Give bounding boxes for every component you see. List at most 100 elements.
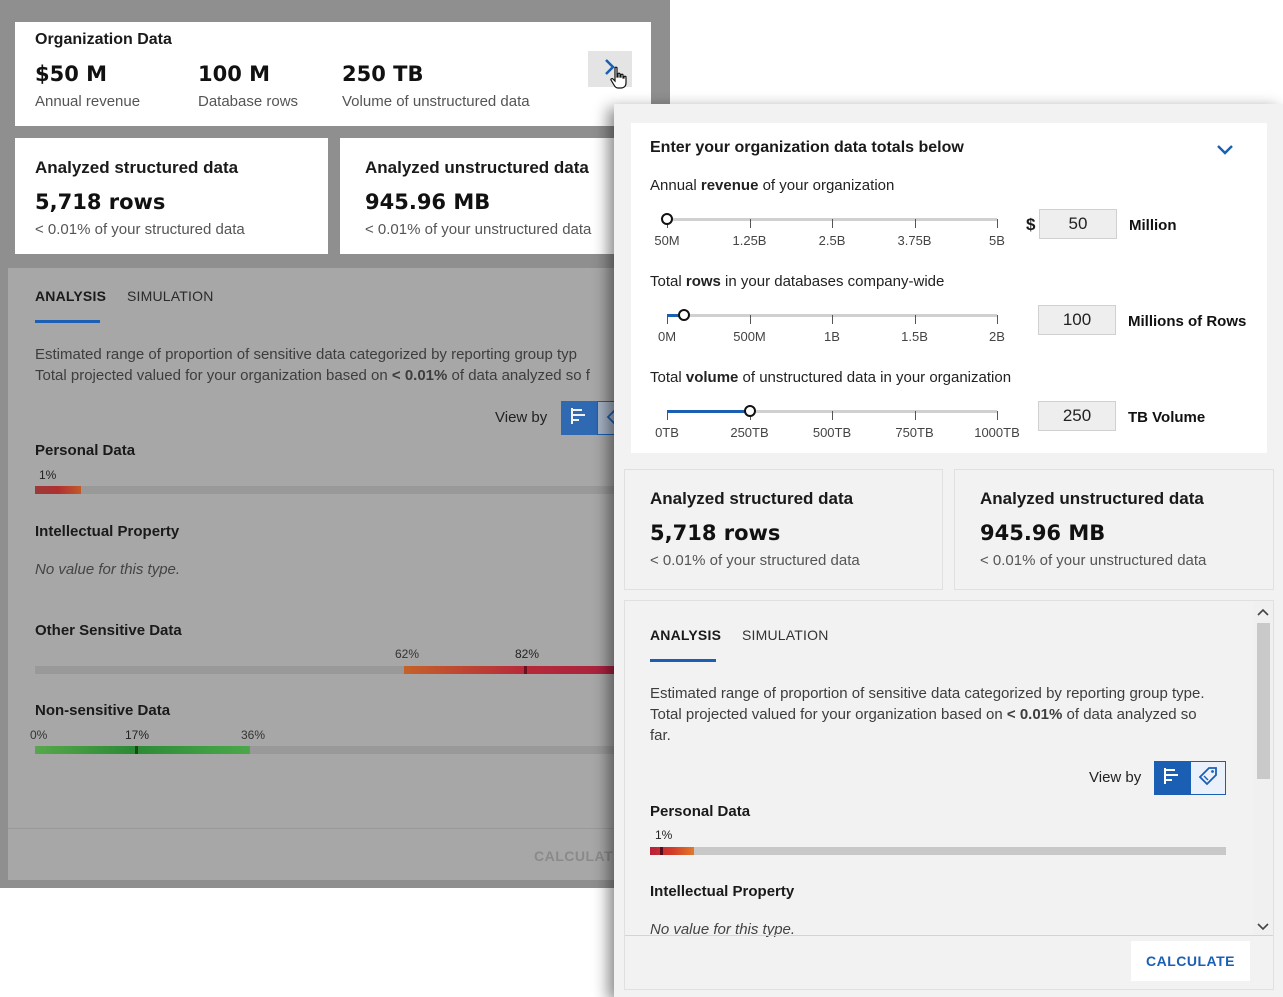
analysis-panel-bg: ANALYSIS SIMULATION Estimated range of p… — [8, 268, 618, 880]
footer-divider-bg — [8, 828, 618, 829]
stat-volume-label: Volume of unstructured data — [342, 93, 530, 110]
personal-range-bg — [35, 486, 81, 494]
hand-pointer-icon — [609, 66, 629, 95]
volume-slider-fill — [667, 410, 750, 413]
rows-tick-label: 2B — [989, 329, 1005, 344]
collapse-button[interactable] — [1211, 141, 1239, 163]
revenue-tick-label: 3.75B — [897, 233, 932, 248]
personal-median — [660, 847, 663, 855]
personal-track-bg — [35, 486, 618, 494]
scroll-thumb[interactable] — [1257, 623, 1270, 779]
rows-unit: Millions of Rows — [1128, 313, 1247, 330]
nonsensitive-low-pct-bg: 0% — [30, 728, 48, 742]
other-median-bg — [524, 666, 527, 674]
calculate-button-bg[interactable]: CALCULATE — [534, 848, 618, 864]
analyzed-structured-value: 5,718 rows — [35, 190, 166, 214]
volume-tick — [914, 411, 916, 420]
view-by-label-bg: View by — [495, 409, 548, 426]
footer-divider — [625, 935, 1273, 936]
other-range-bg — [404, 666, 618, 674]
scrollbar[interactable] — [1253, 601, 1273, 935]
revenue-label-bold: revenue — [700, 177, 759, 194]
rows-tick-label: 0M — [657, 329, 677, 344]
nonsensitive-high-pct-bg: 36% — [241, 728, 266, 742]
tag-icon — [1198, 766, 1218, 791]
chevron-down-icon — [1216, 143, 1234, 161]
nonsensitive-range-bg — [35, 746, 250, 754]
other-sensitive-title-bg: Other Sensitive Data — [35, 622, 182, 639]
fg-analyzed-unstructured-sub: < 0.01% of your unstructured data — [980, 552, 1207, 569]
revenue-label-pre: Annual — [650, 177, 701, 194]
revenue-slider-label: Annual revenue of your organization — [650, 177, 894, 194]
description-line1-bg: Estimated range of proportion of sensiti… — [35, 346, 577, 363]
tab-analysis-bg[interactable]: ANALYSIS — [35, 288, 106, 304]
revenue-slider-knob[interactable] — [661, 213, 673, 225]
ip-title: Intellectual Property — [650, 883, 795, 900]
revenue-tick — [914, 219, 916, 228]
org-data-title: Organization Data — [35, 31, 172, 48]
fg-analyzed-unstructured-value: 945.96 MB — [980, 521, 1106, 545]
volume-unit: TB Volume — [1128, 409, 1206, 426]
stat-volume-value: 250 TB — [342, 62, 424, 86]
volume-label-pre: Total — [650, 369, 686, 386]
revenue-tick — [997, 219, 998, 228]
rows-slider-knob[interactable] — [677, 309, 690, 321]
rows-tick — [749, 315, 751, 324]
stat-revenue-value: $50 M — [35, 62, 108, 86]
rows-slider[interactable]: 0M 500M 1B 1.5B 2B — [658, 303, 1005, 344]
rows-tick-label: 1B — [824, 329, 840, 344]
view-tag-button[interactable] — [1190, 761, 1226, 795]
analyzed-unstructured-title: Analyzed unstructured data — [365, 158, 589, 177]
view-bar-button-bg[interactable] — [561, 401, 597, 435]
rows-tick — [832, 315, 833, 324]
volume-tick — [997, 411, 998, 420]
calculate-button[interactable]: CALCULATE — [1131, 941, 1250, 981]
rows-input[interactable]: 100 — [1038, 305, 1116, 335]
scroll-up-icon[interactable] — [1257, 604, 1269, 622]
revenue-tick — [832, 219, 833, 228]
tab-analysis[interactable]: ANALYSIS — [650, 627, 721, 643]
org-data-card: Organization Data $50 M Annual revenue 1… — [15, 22, 651, 126]
analyzed-structured-card: Analyzed structured data 5,718 rows < 0.… — [624, 469, 943, 590]
rows-tick — [997, 315, 998, 324]
volume-label-bold: volume — [685, 369, 739, 386]
org-data-input-card: Enter your organization data totals belo… — [631, 123, 1267, 453]
stat-rows-label: Database rows — [198, 93, 299, 110]
rows-label-pre: Total — [650, 273, 686, 290]
bar-chart-icon — [570, 407, 588, 430]
volume-tick-label: 750TB — [895, 425, 934, 440]
volume-slider-knob[interactable] — [743, 405, 756, 417]
revenue-tick-label: 1.25B — [732, 233, 767, 248]
description-line2-bg: Total projected valued for your organiza… — [35, 365, 618, 386]
volume-label-post: of unstructured data in your organizatio… — [738, 369, 1012, 386]
volume-tick-label: 0TB — [655, 425, 679, 440]
description-bold: < 0.01% — [1006, 706, 1063, 723]
rows-slider-label: Total rows in your databases company-wid… — [650, 273, 944, 290]
volume-input[interactable]: 250 — [1038, 401, 1116, 431]
revenue-tick — [749, 219, 751, 228]
bar-chart-icon — [1163, 767, 1181, 790]
tab-simulation[interactable]: SIMULATION — [742, 627, 829, 643]
fg-analyzed-structured-title: Analyzed structured data — [650, 489, 854, 508]
nonsensitive-title-bg: Non-sensitive Data — [35, 702, 171, 719]
view-bar-button[interactable] — [1154, 761, 1190, 795]
stat-revenue-label: Annual revenue — [35, 93, 141, 110]
tab-analysis-underline — [650, 659, 716, 662]
analysis-description-bg: Estimated range of proportion of sensiti… — [35, 344, 618, 386]
personal-pct: 1% — [655, 828, 673, 842]
revenue-slider[interactable]: 50M 1.25B 2.5B 3.75B 5B — [654, 207, 1005, 248]
rows-tick — [667, 315, 668, 324]
tab-simulation-bg[interactable]: SIMULATION — [127, 288, 214, 304]
other-high-pct-bg: 82% — [515, 647, 540, 661]
revenue-tick-label: 2.5B — [818, 233, 846, 248]
personal-data-title-bg: Personal Data — [35, 442, 136, 459]
rows-tick-label: 500M — [733, 329, 766, 344]
rows-label-bold: rows — [685, 273, 721, 290]
volume-slider[interactable]: 0TB 250TB 500TB 750TB 1000TB — [655, 399, 1020, 440]
personal-data-title: Personal Data — [650, 803, 751, 820]
description-line2-post: of data analyzed so f — [447, 367, 590, 384]
analyzed-unstructured-card: Analyzed unstructured data 945.96 MB < 0… — [954, 469, 1274, 590]
revenue-input[interactable]: 50 — [1039, 209, 1117, 239]
analyzed-structured-card-bg: Analyzed structured data 5,718 rows < 0.… — [15, 138, 328, 254]
description-line2-bold: < 0.01% — [391, 367, 448, 384]
